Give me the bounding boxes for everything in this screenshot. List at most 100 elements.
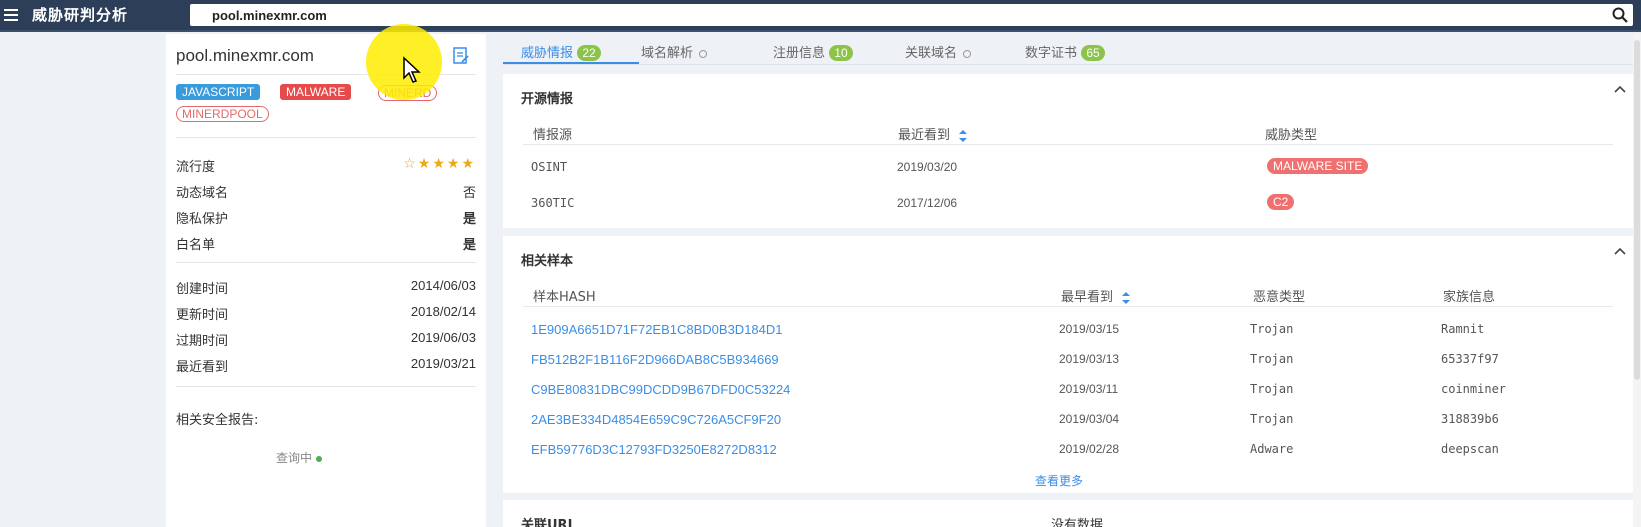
tag-minerdpool[interactable]: MINERDPOOL [176, 106, 269, 122]
querying-text: 查询中 [276, 451, 313, 465]
column-header-sortable[interactable]: 最近看到 [898, 124, 968, 143]
domain-info-card: pool.minexmr.com JAVASCRIPT MALWARE MINE… [166, 34, 486, 527]
divider [176, 262, 476, 263]
panel-title: 相关样本 [521, 254, 574, 269]
sample-hash-link[interactable]: C9BE80831DBC99DCDD9B67DFD0C53224 [531, 382, 790, 397]
column-header-label: 最近看到 [898, 128, 951, 143]
related-samples-panel: 相关样本 样本HASH 最早看到 恶意类型 家族信息 1E909A6651D71… [503, 236, 1633, 493]
flag-value: 否 [462, 185, 476, 200]
flag-label: 白名单 [176, 238, 216, 253]
column-header-sortable[interactable]: 最早看到 [1061, 286, 1131, 305]
tab-label: 威胁情报 [521, 46, 574, 61]
sample-hash-link[interactable]: 1E909A6651D71F72EB1C8BD0B3D184D1 [531, 322, 783, 337]
popularity-row: 流行度 ☆★★★★ [176, 156, 476, 175]
column-header-label: 最早看到 [1061, 290, 1114, 305]
sample-type: Adware [1250, 442, 1294, 456]
sample-hash-link[interactable]: 2AE3BE334D4854E659C9C726A5CF9F20 [531, 412, 781, 427]
tab-label: 数字证书 [1025, 46, 1078, 61]
date-row: 最近看到 2019/03/21 [176, 356, 476, 375]
intel-date: 2017/12/06 [897, 196, 958, 210]
tab-certificates[interactable]: 数字证书 65 [1025, 42, 1106, 64]
sample-date: 2019/03/15 [1059, 322, 1120, 336]
column-header: 恶意类型 [1253, 290, 1306, 305]
scrollbar-thumb[interactable] [1634, 40, 1640, 380]
sample-family: 318839b6 [1441, 412, 1499, 426]
reports-label: 相关安全报告: [176, 413, 259, 428]
loading-dot-icon [316, 455, 323, 462]
column-header: 家族信息 [1443, 290, 1496, 305]
note-edit-icon[interactable] [451, 46, 471, 66]
threat-type-badge: MALWARE SITE [1267, 158, 1369, 174]
popularity-label: 流行度 [176, 160, 216, 175]
tab-dns-resolution[interactable]: 域名解析 [641, 42, 708, 64]
tab-threat-intel[interactable]: 威胁情报 22 [521, 42, 602, 64]
top-bar: 威胁研判分析 [0, 0, 1641, 30]
row-divider [523, 144, 1613, 145]
flag-value: 是 [462, 237, 476, 252]
panel-title: 关联URL [521, 518, 576, 527]
column-header: 情报源 [533, 128, 573, 143]
open-source-intel-panel: 开源情报 情报源 最近看到 威胁类型 OSINT 2019/03/20 MALW… [503, 74, 1633, 228]
sample-family: Ramnit [1441, 322, 1485, 336]
tab-bar: 威胁情报 22 域名解析 注册信息 10 关联域名 数字证书 65 [503, 36, 1633, 66]
date-row: 过期时间 2019/06/03 [176, 330, 476, 349]
tab-badge: 65 [1081, 45, 1106, 61]
flag-row: 白名单 是 [176, 234, 476, 253]
flag-label: 隐私保护 [176, 212, 229, 227]
sample-family: 65337f97 [1441, 352, 1499, 366]
date-row: 创建时间 2014/06/03 [176, 278, 476, 297]
chevron-up-icon[interactable] [1613, 84, 1627, 94]
date-label: 更新时间 [176, 308, 229, 323]
active-tab-indicator [503, 62, 639, 64]
tab-label: 域名解析 [641, 46, 694, 61]
date-value: 2014/06/03 [410, 278, 476, 293]
sample-family: coinminer [1441, 382, 1507, 396]
tab-badge: 22 [577, 45, 602, 61]
date-value: 2019/06/03 [410, 330, 476, 345]
related-url-panel: 关联URL 没有数据 [503, 500, 1633, 527]
flag-row: 动态域名 否 [176, 182, 476, 201]
tab-label: 关联域名 [905, 46, 958, 61]
tab-registration[interactable]: 注册信息 10 [773, 42, 854, 64]
sample-type: Trojan [1250, 322, 1294, 336]
tab-related-domains[interactable]: 关联域名 [905, 42, 972, 64]
column-header: 威胁类型 [1265, 128, 1318, 143]
date-label: 最近看到 [176, 360, 229, 375]
divider [176, 137, 476, 138]
date-label: 创建时间 [176, 282, 229, 297]
tab-badge: 10 [829, 45, 854, 61]
star-empty-icon: ☆ [403, 156, 418, 172]
intel-source: OSINT [531, 160, 568, 174]
empty-state: 没有数据 [1051, 518, 1104, 527]
tab-divider [503, 64, 1633, 65]
column-header: 样本HASH [533, 290, 596, 305]
date-row: 更新时间 2018/02/14 [176, 304, 476, 323]
threat-type-badge: C2 [1267, 194, 1295, 210]
intel-source: 360TIC [531, 196, 575, 210]
date-value: 2018/02/14 [410, 304, 476, 319]
sample-type: Trojan [1250, 412, 1294, 426]
app-title: 威胁研判分析 [32, 6, 129, 24]
search-icon[interactable] [1611, 6, 1629, 24]
sample-type: Trojan [1250, 382, 1294, 396]
date-label: 过期时间 [176, 334, 229, 349]
sample-hash-link[interactable]: FB512B2F1B116F2D966DAB8C5B934669 [531, 352, 779, 367]
search-input[interactable] [190, 4, 1633, 26]
sort-icon[interactable] [958, 129, 968, 143]
sample-family: deepscan [1441, 442, 1499, 456]
top-divider [0, 30, 1641, 32]
intel-date: 2019/03/20 [897, 160, 958, 174]
search-bar[interactable] [190, 4, 1633, 26]
sample-date: 2019/03/13 [1059, 352, 1120, 366]
divider [176, 386, 476, 387]
mouse-pointer-icon [403, 56, 421, 83]
tag-malware[interactable]: MALWARE [280, 84, 352, 100]
view-more-link[interactable]: 查看更多 [1035, 472, 1083, 489]
loading-icon [699, 49, 708, 58]
sample-date: 2019/03/04 [1059, 412, 1120, 426]
menu-icon[interactable] [0, 0, 22, 30]
chevron-up-icon[interactable] [1613, 246, 1627, 256]
sample-hash-link[interactable]: EFB59776D3C12793FD3250E8272D8312 [531, 442, 777, 457]
sort-icon[interactable] [1121, 291, 1131, 305]
tag-javascript[interactable]: JAVASCRIPT [176, 84, 261, 100]
